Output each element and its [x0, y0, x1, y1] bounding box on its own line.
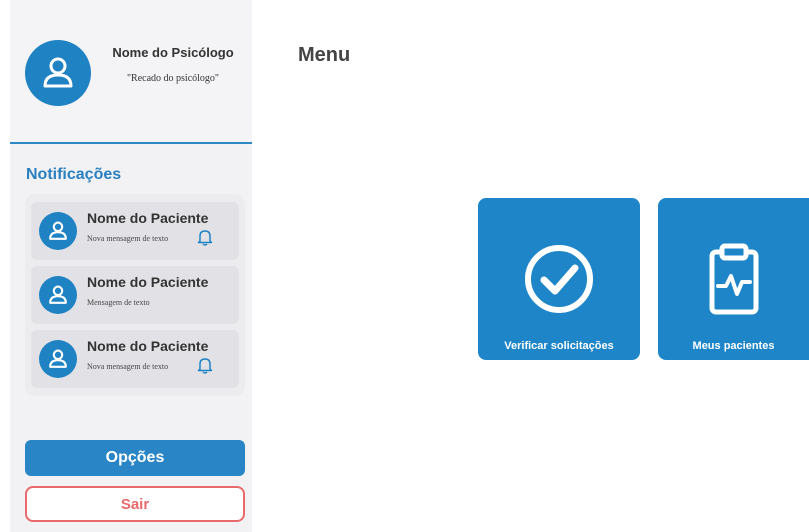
my-patients-tile[interactable]: Meus pacientes	[658, 198, 809, 360]
patient-avatar	[39, 212, 77, 250]
clipboard-pulse-icon	[709, 243, 758, 315]
notification-item[interactable]: Nome do Paciente Mensagem de texto	[31, 266, 239, 324]
notification-message: Nova mensagem de texto	[87, 362, 169, 371]
patient-name: Nome do Paciente	[87, 338, 209, 354]
sidebar: Nome do Psicólogo "Recado do psicólogo" …	[10, 0, 252, 532]
options-button[interactable]: Opções	[25, 440, 245, 476]
my-patients-label: Meus pacientes	[692, 340, 775, 352]
notification-message: Nova mensagem de texto	[87, 234, 169, 243]
psychologist-avatar[interactable]	[25, 40, 91, 106]
patient-name: Nome do Paciente	[87, 274, 209, 290]
patient-avatar	[39, 276, 77, 314]
user-icon	[49, 285, 67, 304]
psychologist-name: Nome do Psicólogo	[112, 45, 234, 60]
page-title: Menu	[298, 44, 351, 66]
notification-item[interactable]: Nome do Paciente Nova mensagem de texto	[31, 330, 239, 388]
user-icon	[49, 349, 67, 368]
bell-icon	[197, 358, 213, 374]
psychologist-message: "Recado do psicólogo"	[126, 73, 220, 84]
check-circle-icon	[525, 245, 593, 313]
exit-button[interactable]: Sair	[25, 486, 245, 522]
verify-requests-tile[interactable]: Verificar solicitações	[478, 198, 640, 360]
notification-item[interactable]: Nome do Paciente Nova mensagem de texto	[31, 202, 239, 260]
user-icon	[49, 221, 67, 240]
notifications-panel: Nome do Paciente Nova mensagem de texto …	[25, 194, 245, 396]
bell-icon	[197, 230, 213, 246]
patient-name: Nome do Paciente	[87, 210, 209, 226]
notifications-title: Notificações	[26, 166, 122, 183]
notification-message: Mensagem de texto	[87, 298, 150, 307]
verify-requests-label: Verificar solicitações	[504, 340, 614, 352]
psychologist-profile: Nome do Psicólogo "Recado do psicólogo"	[10, 0, 252, 144]
user-icon	[43, 57, 73, 88]
patient-avatar	[39, 340, 77, 378]
